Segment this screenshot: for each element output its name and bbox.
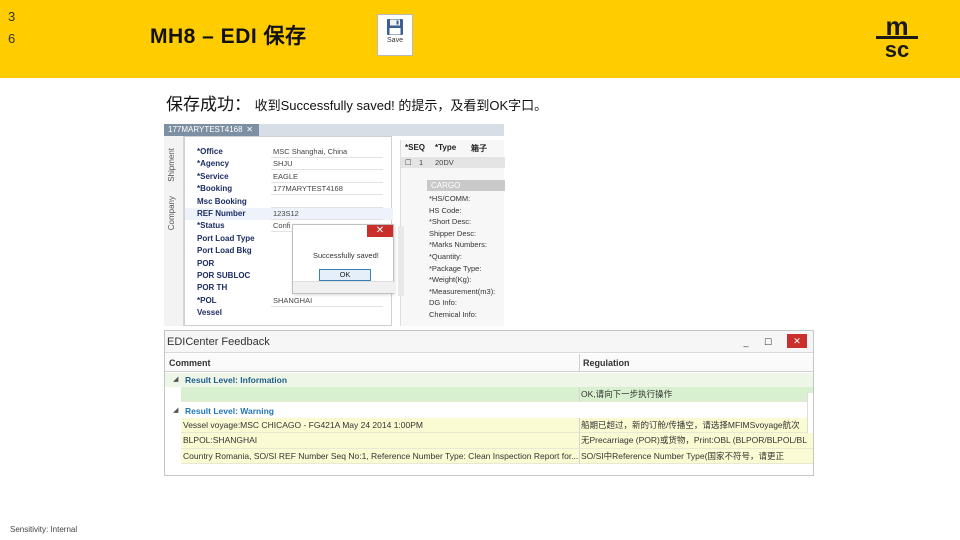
feedback-grid-header: Comment Regulation: [165, 354, 813, 372]
cargo-grid-row[interactable]: ☐ 1 20DV: [401, 157, 505, 168]
field-agency: *Agency SHJU: [185, 158, 393, 171]
field-ref-number: REF Number 123S12: [185, 208, 393, 221]
cell-divider: [579, 448, 580, 464]
feedback-window-title: EDICenter Feedback: [165, 331, 813, 353]
save-success-caption: 保存成功： 收到Successfully saved! 的提示，及看到OK字口。: [166, 90, 547, 115]
booking-input[interactable]: 177MARYTEST4168: [271, 184, 383, 196]
list-item: *Marks Numbers:: [429, 240, 487, 250]
column-divider: [579, 354, 580, 372]
panel-scrollbar[interactable]: [398, 226, 404, 296]
table-row[interactable]: Country Romania, SO/SI REF Number Seq No…: [181, 448, 813, 465]
ref-number-input[interactable]: 123S12: [271, 209, 383, 220]
service-input[interactable]: EAGLE: [271, 172, 383, 183]
field-pol: *POL SHANGHAI: [185, 295, 393, 307]
list-item: *HS/COMM:: [429, 194, 471, 203]
cargo-grid-header: *SEQ *Type 箱子: [405, 143, 487, 153]
cell-divider: [579, 418, 580, 433]
list-item: DG Info:: [429, 298, 457, 308]
floppy-disk-icon: [387, 19, 403, 35]
side-tab-company[interactable]: Company: [167, 196, 176, 230]
dialog-footer: [293, 281, 395, 293]
table-row[interactable]: OK,请向下一步执行操作: [181, 387, 813, 403]
caption-text: 收到Successfully saved! 的提示，及看到OK字口。: [254, 98, 548, 113]
office-select[interactable]: MSC Shanghai, China: [271, 147, 383, 158]
field-office: *Office MSC Shanghai, China: [185, 146, 393, 158]
warning-group-row[interactable]: ◢ Result Level: Warning: [165, 404, 813, 418]
agency-input[interactable]: SHJU: [271, 159, 383, 171]
side-tab-shipment[interactable]: Shipment: [167, 148, 176, 182]
save-button[interactable]: Save: [377, 14, 413, 56]
cargo-panel: *SEQ *Type 箱子 ☐ 1 20DV CARGO *HS/COMM: H…: [400, 140, 505, 326]
minimize-icon[interactable]: _: [739, 336, 753, 348]
edicenter-feedback-window: EDICenter Feedback _ ☐ ✕ Comment Regulat…: [164, 330, 814, 476]
list-item: *Package Type:: [429, 263, 482, 273]
slide-title: MH8 – EDI 保存: [150, 25, 307, 48]
list-item: HS Code:: [429, 205, 462, 215]
cell-divider: [579, 387, 580, 402]
maximize-icon[interactable]: ☐: [761, 336, 775, 348]
side-tabs: Shipment Company: [164, 136, 184, 326]
field-msc-booking: Msc Booking: [185, 196, 393, 208]
document-tab-label: 177MARYTEST4168: [168, 125, 243, 134]
field-booking: *Booking 177MARYTEST4168: [185, 183, 393, 196]
list-item: *Measurement(m3):: [429, 286, 496, 296]
list-item: Chemical Info:: [429, 309, 477, 319]
column-regulation[interactable]: Regulation: [583, 354, 630, 372]
collapse-triangle-icon[interactable]: ◢: [173, 373, 178, 387]
page-number: 3 6: [8, 9, 16, 46]
field-service: *Service EAGLE: [185, 171, 393, 183]
svg-text:sc: sc: [885, 37, 909, 60]
pol-input[interactable]: SHANGHAI: [271, 296, 383, 307]
cargo-section-header: CARGO: [427, 180, 505, 191]
info-group-row[interactable]: ◢ Result Level: Information: [165, 373, 813, 387]
dialog-message: Successfully saved!: [313, 251, 379, 260]
list-item: Shipper Desc:: [429, 228, 477, 238]
msc-booking-input[interactable]: [271, 197, 383, 208]
msc-logo-icon: m sc: [876, 14, 918, 60]
save-button-label: Save: [387, 37, 403, 44]
cargo-field-list: *HS/COMM: HS Code: *Short Desc: Shipper …: [429, 193, 505, 321]
header-banner: [0, 0, 960, 78]
list-item: *Short Desc:: [429, 217, 472, 227]
row-checkbox[interactable]: ☐: [405, 157, 412, 168]
close-tab-icon[interactable]: ✕: [246, 124, 253, 136]
table-row[interactable]: Vessel voyage:MSC CHICAGO - FG421A May 2…: [181, 418, 813, 434]
list-item: *Weight(Kg):: [429, 275, 472, 285]
table-row[interactable]: BLPOL:SHANGHAI 无Precarriage (POR)或货物，Pri…: [181, 433, 813, 449]
caption-prefix: 保存成功：: [166, 95, 251, 114]
column-comment[interactable]: Comment: [169, 354, 211, 372]
list-item: *Quantity:: [429, 251, 462, 261]
feedback-scrollbar[interactable]: [807, 393, 813, 433]
document-tab[interactable]: 177MARYTEST4168 ✕: [164, 124, 259, 136]
collapse-triangle-icon[interactable]: ◢: [173, 404, 178, 418]
field-vessel: Vessel: [197, 308, 222, 318]
tab-strip: [259, 124, 504, 136]
cell-divider: [579, 433, 580, 449]
sensitivity-footer: Sensitivity: Internal: [10, 525, 78, 534]
success-dialog: ✕ Successfully saved! OK: [292, 224, 395, 294]
feedback-close-button[interactable]: ✕: [787, 334, 807, 348]
dialog-close-button[interactable]: ✕: [367, 225, 393, 237]
ok-button[interactable]: OK: [319, 269, 371, 281]
